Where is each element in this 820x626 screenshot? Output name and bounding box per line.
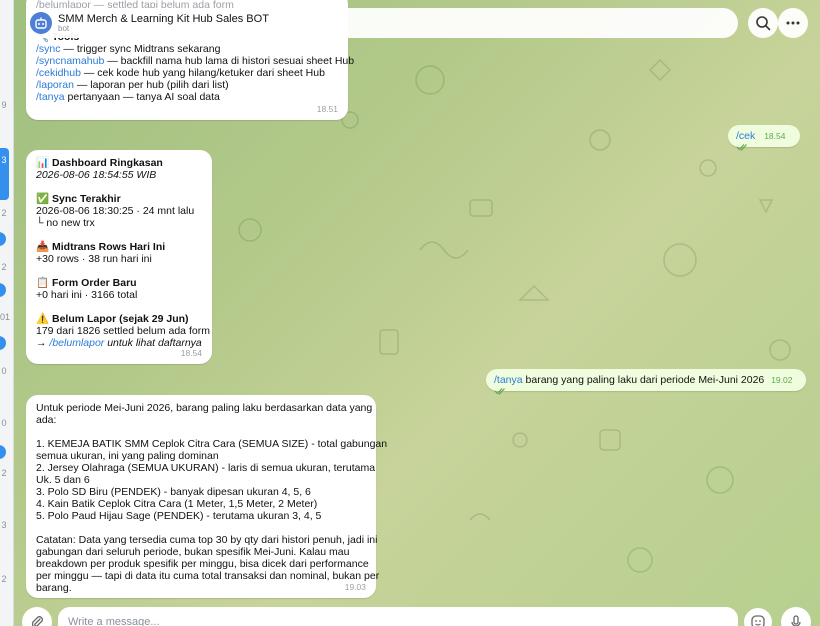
chat-count: 01: [0, 312, 11, 322]
command-desc: — laporan per hub (pilih dari list): [73, 79, 229, 91]
answer-line: Uk. 5 dan 6: [36, 474, 90, 486]
command-link[interactable]: /laporan: [36, 79, 74, 91]
more-vertical-icon: [786, 21, 800, 25]
sync-line: 2026-08-06 18:30:25 · 24 mnt lalu: [36, 205, 195, 217]
chat-header[interactable]: SMM Merch & Learning Kit Hub Sales BOT b…: [26, 8, 738, 38]
message-time: 18.54: [180, 348, 202, 358]
dashboard-title: 📊 Dashboard Ringkasan: [36, 157, 163, 169]
command-link[interactable]: /syncnamahub: [36, 55, 104, 67]
answer-line: barang.: [36, 582, 72, 594]
answer-line: breakdown per produk spesifik per minggu…: [36, 558, 369, 570]
message-answer: Untuk periode Mei-Juni 2026, barang pali…: [26, 395, 388, 598]
command-desc: pertanyaan — tanya AI soal data: [64, 91, 220, 103]
answer-line: 5. Polo Paud Hijau Sage (PENDEK) - terut…: [36, 510, 322, 522]
answer-line: Catatan: Data yang tersedia cuma top 30 …: [36, 534, 378, 546]
midtrans-line: +30 rows · 38 run hari ini: [36, 253, 152, 265]
answer-line: 2. Jersey Olahraga (SEMUA UKURAN) - lari…: [36, 462, 376, 474]
chat-title: SMM Merch & Learning Kit Hub Sales BOT: [58, 12, 269, 25]
chat-count: 0: [1, 418, 7, 428]
message-time: 18.51: [316, 104, 338, 114]
message-placeholder: Write a message...: [68, 616, 160, 626]
message-dashboard: 📊 Dashboard Ringkasan 2026-08-06 18:54:5…: [26, 150, 212, 364]
answer-line: Untuk periode Mei-Juni 2026, barang pali…: [36, 402, 373, 414]
chat-count: 3: [1, 520, 7, 530]
command-desc: — trigger sync Midtrans sekarang: [60, 43, 221, 55]
more-button[interactable]: [778, 8, 808, 38]
unread-badge[interactable]: [0, 336, 6, 350]
message-outgoing: /tanya barang yang paling laku dari peri…: [486, 369, 806, 395]
paperclip-icon: [31, 616, 43, 626]
belum-line: 179 dari 1826 settled belum ada form: [36, 325, 210, 337]
answer-line: 3. Polo SD Biru (PENDEK) - banyak dipesa…: [36, 486, 311, 498]
form-title: 📋 Form Order Baru: [36, 277, 137, 289]
chat-count: 2: [1, 574, 7, 584]
command-link[interactable]: /tanya: [494, 374, 523, 386]
answer-line: semua ukuran, ini yang paling dominan: [36, 450, 219, 462]
double-check-icon: [494, 388, 505, 395]
chat-count: 2: [1, 468, 7, 478]
microphone-icon: [791, 615, 801, 626]
message-time: 18.54: [764, 131, 786, 141]
message-text: barang yang paling laku dari periode Mei…: [522, 374, 765, 386]
sync-note: └ no new trx: [36, 217, 95, 229]
search-button[interactable]: [748, 8, 778, 38]
message-input[interactable]: Write a message...: [58, 607, 738, 626]
chat-count: 3: [1, 155, 7, 165]
answer-line: ada:: [36, 414, 57, 426]
double-check-icon: [736, 144, 747, 151]
chat-count: 9: [1, 100, 7, 110]
sync-title: ✅ Sync Terakhir: [36, 193, 121, 205]
command-desc: — cek kode hub yang hilang/ketuker dari …: [80, 67, 325, 79]
bot-avatar: [30, 12, 52, 34]
chat-count: 2: [1, 262, 7, 272]
form-line: +0 hari ini · 3166 total: [36, 289, 138, 301]
answer-line: 1. KEMEJA BATIK SMM Ceplok Citra Cara (S…: [36, 438, 388, 450]
robot-icon: [35, 17, 47, 29]
unread-badge[interactable]: [0, 232, 6, 246]
command-link[interactable]: /sync: [36, 43, 61, 55]
command-link[interactable]: /cek: [736, 130, 755, 142]
arrow-glyph: →: [36, 337, 50, 349]
search-icon: [756, 16, 771, 31]
message-time: 19.02: [771, 375, 793, 385]
unread-badge[interactable]: [0, 445, 6, 459]
chat-count: 0: [1, 366, 7, 376]
sticker-icon: [751, 615, 765, 626]
chat-list-edge: 9 3 2 2 01 0 0 2 3 2: [0, 0, 14, 626]
unread-badge[interactable]: [0, 283, 6, 297]
command-desc: — backfill nama hub lama di histori sesu…: [104, 55, 355, 67]
dashboard-datetime: 2026-08-06 18:54:55 WIB: [36, 169, 157, 181]
answer-line: 4. Kain Batik Ceplok Citra Cara (1 Meter…: [36, 498, 318, 510]
answer-line: gabungan dari seluruh periode, bukan spe…: [36, 546, 350, 558]
command-link[interactable]: /belumlapor: [49, 337, 104, 349]
message-time: 19.03: [344, 582, 366, 592]
command-link[interactable]: /cekidhub: [36, 67, 81, 79]
message-outgoing: /cek 18.54: [728, 125, 800, 151]
answer-line: per minggu — tapi di data itu cuma total…: [36, 570, 380, 582]
chat-subtitle: bot: [58, 23, 70, 33]
belum-title: ⚠️ Belum Lapor (sejak 29 Jun): [36, 313, 189, 325]
midtrans-title: 📥 Midtrans Rows Hari Ini: [36, 241, 166, 253]
chat-count: 2: [1, 208, 7, 218]
command-link[interactable]: /tanya: [36, 91, 65, 103]
